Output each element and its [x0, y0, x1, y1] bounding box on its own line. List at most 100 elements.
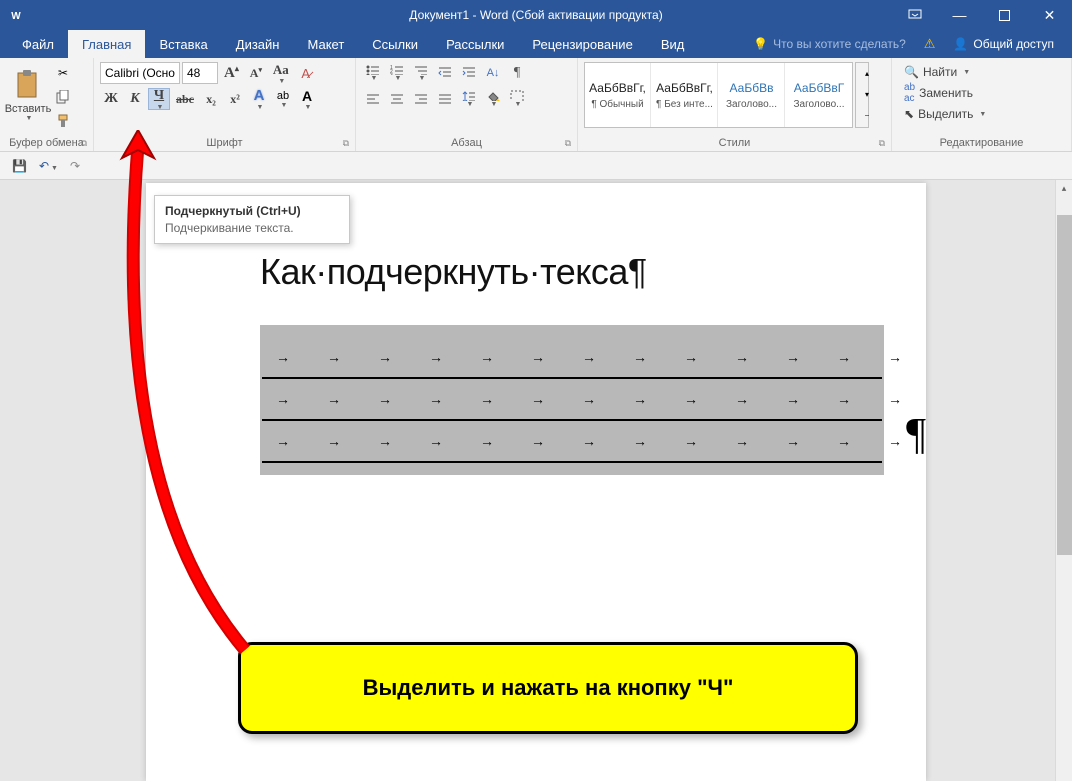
italic-button[interactable]: К [124, 88, 146, 110]
increase-indent-button[interactable] [458, 62, 480, 84]
undo-button[interactable]: ↶▼ [39, 159, 58, 173]
grow-font-button[interactable]: A▴ [220, 62, 243, 84]
tooltip-underline: Подчеркнутый (Ctrl+U) Подчеркивание текс… [154, 195, 350, 244]
minimize-button[interactable]: ― [937, 0, 982, 30]
align-right-button[interactable] [410, 88, 432, 110]
window-title: Документ1 - Word (Сбой активации продукт… [409, 8, 662, 22]
shading-button[interactable]: ▼ [482, 88, 504, 110]
font-size-combo[interactable]: 48 [182, 62, 218, 84]
selected-table[interactable]: →→→→→→→→→→→→→ →→→→→→→→→→→→→ →→→→→→→→→→→→… [260, 325, 884, 475]
tab-view[interactable]: Вид [647, 30, 699, 58]
launcher-icon[interactable]: ⧉ [343, 138, 349, 149]
select-button[interactable]: ⬉Выделить▼ [902, 106, 988, 122]
callout-text: Выделить и нажать на кнопку "Ч" [363, 675, 734, 701]
align-left-icon [366, 92, 380, 106]
justify-button[interactable] [434, 88, 456, 110]
underline-button[interactable]: Ч▼ [148, 88, 170, 110]
style-heading2[interactable]: АаБбВвГЗаголово... [786, 63, 852, 127]
paste-button[interactable]: Вставить ▼ [6, 62, 50, 128]
document-heading[interactable]: Как·подчеркнуть·текса¶ [260, 251, 906, 293]
svg-text:W: W [11, 11, 21, 22]
font-color-button[interactable]: A▼ [296, 88, 318, 110]
group-styles-label: Стили [719, 137, 751, 149]
tell-me-label: Что вы хотите сделать? [773, 37, 906, 51]
replace-button[interactable]: abacЗаменить [902, 81, 988, 105]
font-name-combo[interactable]: Calibri (Осно [100, 62, 180, 84]
tell-me-search[interactable]: 💡 Что вы хотите сделать? [753, 37, 906, 51]
align-left-button[interactable] [362, 88, 384, 110]
tab-insert[interactable]: Вставка [145, 30, 221, 58]
table-row: →→→→→→→→→→→→→ [260, 337, 884, 377]
align-center-icon [390, 92, 404, 106]
borders-icon [510, 90, 524, 101]
subscript-button[interactable]: x₂ [200, 88, 222, 110]
scroll-up-button[interactable]: ▴ [1056, 180, 1072, 197]
save-button[interactable]: 💾 [12, 159, 27, 173]
borders-button[interactable]: ▼ [506, 88, 528, 110]
paste-label: Вставить [5, 103, 52, 115]
ribbon-display-button[interactable] [892, 0, 937, 30]
bullets-button[interactable]: ▼ [362, 62, 384, 84]
tab-review[interactable]: Рецензирование [518, 30, 646, 58]
ribbon: Вставить ▼ ✂ Буфер обмена⧉ Calibri (Осно… [0, 58, 1072, 152]
share-button[interactable]: 👤 Общий доступ [953, 37, 1054, 51]
decrease-indent-button[interactable] [434, 62, 456, 84]
text-effects-button[interactable]: A▼ [248, 88, 270, 110]
tooltip-description: Подчеркивание текста. [165, 221, 339, 235]
redo-button[interactable]: ↷ [70, 159, 80, 173]
group-editing: 🔍Найти▼ abacЗаменить ⬉Выделить▼ Редактир… [892, 58, 1072, 151]
find-button[interactable]: 🔍Найти▼ [902, 64, 988, 80]
multilevel-icon [414, 64, 428, 75]
group-styles: АаБбВвГг,¶ Обычный АаБбВвГг,¶ Без инте..… [578, 58, 892, 151]
group-paragraph-label: Абзац [451, 137, 482, 149]
highlight-button[interactable]: ab▼ [272, 88, 294, 110]
tab-home[interactable]: Главная [68, 30, 145, 58]
align-center-button[interactable] [386, 88, 408, 110]
tab-mailings[interactable]: Рассылки [432, 30, 518, 58]
bold-button[interactable]: Ж [100, 88, 122, 110]
group-font: Calibri (Осно 48 A▴ A▾ Aa▼ A̷ Ж К Ч▼ abc… [94, 58, 356, 151]
maximize-button[interactable] [982, 0, 1027, 30]
tab-design[interactable]: Дизайн [222, 30, 294, 58]
scissors-icon: ✂ [58, 66, 68, 80]
line-spacing-button[interactable]: ▼ [458, 88, 480, 110]
justify-icon [438, 92, 452, 106]
numbering-button[interactable]: 123▼ [386, 62, 408, 84]
styles-scroll-down[interactable]: ▾ [856, 84, 878, 105]
warning-icon[interactable]: ⚠ [924, 36, 936, 52]
sort-button[interactable]: A↓ [482, 62, 504, 84]
annotation-callout: Выделить и нажать на кнопку "Ч" [238, 642, 858, 734]
copy-button[interactable] [52, 86, 74, 108]
styles-scroll-up[interactable]: ▴ [856, 63, 878, 84]
tab-references[interactable]: Ссылки [358, 30, 432, 58]
outdent-icon [438, 66, 452, 80]
style-normal[interactable]: АаБбВвГг,¶ Обычный [585, 63, 651, 127]
cursor-icon: ⬉ [904, 107, 914, 121]
tab-file[interactable]: Файл [8, 30, 68, 58]
change-case-button[interactable]: Aa▼ [269, 62, 293, 84]
chevron-down-icon: ▼ [26, 115, 33, 122]
launcher-icon[interactable]: ⧉ [879, 138, 885, 149]
styles-gallery[interactable]: АаБбВвГг,¶ Обычный АаБбВвГг,¶ Без инте..… [584, 62, 853, 128]
line-spacing-icon [462, 90, 476, 101]
multilevel-list-button[interactable]: ▼ [410, 62, 432, 84]
close-button[interactable]: ✕ [1027, 0, 1072, 30]
show-hide-button[interactable]: ¶ [506, 62, 528, 84]
group-clipboard: Вставить ▼ ✂ Буфер обмена⧉ [0, 58, 94, 151]
align-right-icon [414, 92, 428, 106]
shrink-font-button[interactable]: A▾ [245, 62, 267, 84]
style-heading1[interactable]: АаБбВвЗаголово... [719, 63, 785, 127]
format-painter-button[interactable] [52, 110, 74, 132]
launcher-icon[interactable]: ⧉ [81, 138, 87, 149]
cut-button[interactable]: ✂ [52, 62, 74, 84]
tab-layout[interactable]: Макет [293, 30, 358, 58]
tab-mark: → [276, 349, 290, 365]
vertical-scrollbar[interactable]: ▴ [1055, 180, 1072, 781]
launcher-icon[interactable]: ⧉ [565, 138, 571, 149]
superscript-button[interactable]: x² [224, 88, 246, 110]
strikethrough-button[interactable]: abc [172, 88, 198, 110]
style-no-spacing[interactable]: АаБбВвГг,¶ Без инте... [652, 63, 718, 127]
styles-expand[interactable]: ⎯ [856, 106, 878, 127]
scroll-thumb[interactable] [1057, 215, 1072, 555]
clear-formatting-button[interactable]: A̷ [295, 62, 317, 84]
